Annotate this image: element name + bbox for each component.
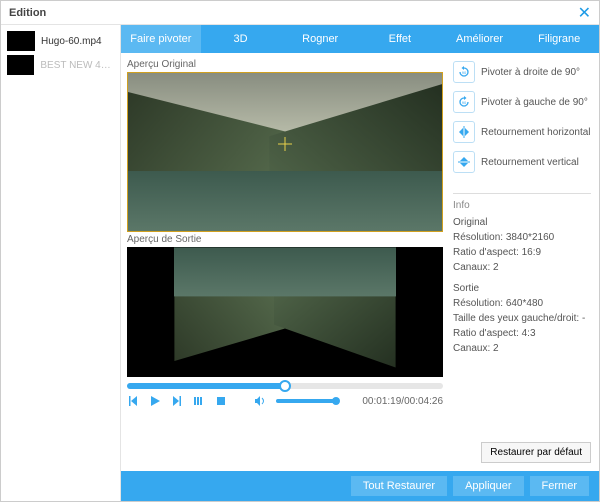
footer: Tout Restaurer Appliquer Fermer bbox=[121, 471, 599, 501]
restore-all-button[interactable]: Tout Restaurer bbox=[351, 476, 447, 496]
info-original-resolution: 3840*2160 bbox=[506, 232, 554, 243]
flip-horizontal-icon bbox=[453, 121, 475, 143]
rotate-left-label: Pivoter à gauche de 90° bbox=[481, 97, 588, 108]
output-preview-label: Aperçu de Sortie bbox=[127, 234, 443, 245]
volume-icon[interactable] bbox=[254, 395, 266, 407]
flip-horizontal-label: Retournement horizontal bbox=[481, 127, 591, 138]
stop-icon[interactable] bbox=[215, 395, 227, 407]
flip-vertical-label: Retournement vertical bbox=[481, 157, 579, 168]
file-item[interactable]: BEST NEW 4K... bbox=[1, 53, 120, 77]
seek-bar[interactable] bbox=[127, 383, 443, 389]
info-output-ratio: 4:3 bbox=[522, 328, 536, 339]
flip-vertical-button[interactable]: Retournement vertical bbox=[453, 151, 591, 173]
next-icon[interactable] bbox=[171, 395, 183, 407]
info-output-resolution: 640*480 bbox=[506, 298, 543, 309]
rotate-right-icon: 90 bbox=[453, 61, 475, 83]
file-thumbnail bbox=[7, 55, 34, 75]
output-preview bbox=[127, 247, 443, 377]
rotate-left-icon: 90 bbox=[453, 91, 475, 113]
info-output-channels: 2 bbox=[493, 343, 499, 354]
tab-enhance[interactable]: Améliorer bbox=[440, 25, 520, 53]
flip-vertical-icon bbox=[453, 151, 475, 173]
info-output-eyes: - bbox=[582, 313, 585, 324]
info-header: Info bbox=[453, 200, 591, 211]
info-original-title: Original bbox=[453, 215, 591, 230]
restore-default-button[interactable]: Restaurer par défaut bbox=[481, 442, 591, 463]
file-name: BEST NEW 4K... bbox=[40, 60, 114, 71]
prev-icon[interactable] bbox=[127, 395, 139, 407]
close-icon[interactable]: ✕ bbox=[578, 3, 591, 23]
record-icon[interactable] bbox=[193, 395, 205, 407]
svg-text:90: 90 bbox=[462, 100, 467, 105]
original-preview[interactable] bbox=[127, 72, 443, 232]
file-item[interactable]: Hugo-60.mp4 bbox=[1, 29, 120, 53]
play-icon[interactable] bbox=[149, 395, 161, 407]
apply-button[interactable]: Appliquer bbox=[453, 476, 523, 496]
info-output-title: Sortie bbox=[453, 281, 591, 296]
volume-slider[interactable] bbox=[276, 399, 336, 403]
rotate-left-button[interactable]: 90 Pivoter à gauche de 90° bbox=[453, 91, 591, 113]
titlebar: Edition ✕ bbox=[1, 1, 599, 25]
info-original-channels: 2 bbox=[493, 262, 499, 273]
tab-effect[interactable]: Effet bbox=[360, 25, 440, 53]
original-preview-label: Aperçu Original bbox=[127, 59, 443, 70]
rotate-right-button[interactable]: 90 Pivoter à droite de 90° bbox=[453, 61, 591, 83]
svg-text:90: 90 bbox=[462, 70, 467, 75]
info-original-ratio: 16:9 bbox=[522, 247, 541, 258]
file-thumbnail bbox=[7, 31, 35, 51]
tabs: Faire pivoter 3D Rogner Effet Améliorer … bbox=[121, 25, 599, 53]
tab-3d[interactable]: 3D bbox=[201, 25, 281, 53]
seek-knob[interactable] bbox=[279, 380, 291, 392]
tab-crop[interactable]: Rogner bbox=[280, 25, 360, 53]
window-title: Edition bbox=[9, 7, 578, 19]
file-sidebar: Hugo-60.mp4 BEST NEW 4K... bbox=[1, 25, 121, 501]
tab-watermark[interactable]: Filigrane bbox=[519, 25, 599, 53]
rotate-right-label: Pivoter à droite de 90° bbox=[481, 67, 580, 78]
tab-rotate[interactable]: Faire pivoter bbox=[121, 25, 201, 53]
time-display: 00:01:19/00:04:26 bbox=[362, 396, 443, 407]
file-name: Hugo-60.mp4 bbox=[41, 36, 102, 47]
flip-horizontal-button[interactable]: Retournement horizontal bbox=[453, 121, 591, 143]
close-button[interactable]: Fermer bbox=[530, 476, 589, 496]
